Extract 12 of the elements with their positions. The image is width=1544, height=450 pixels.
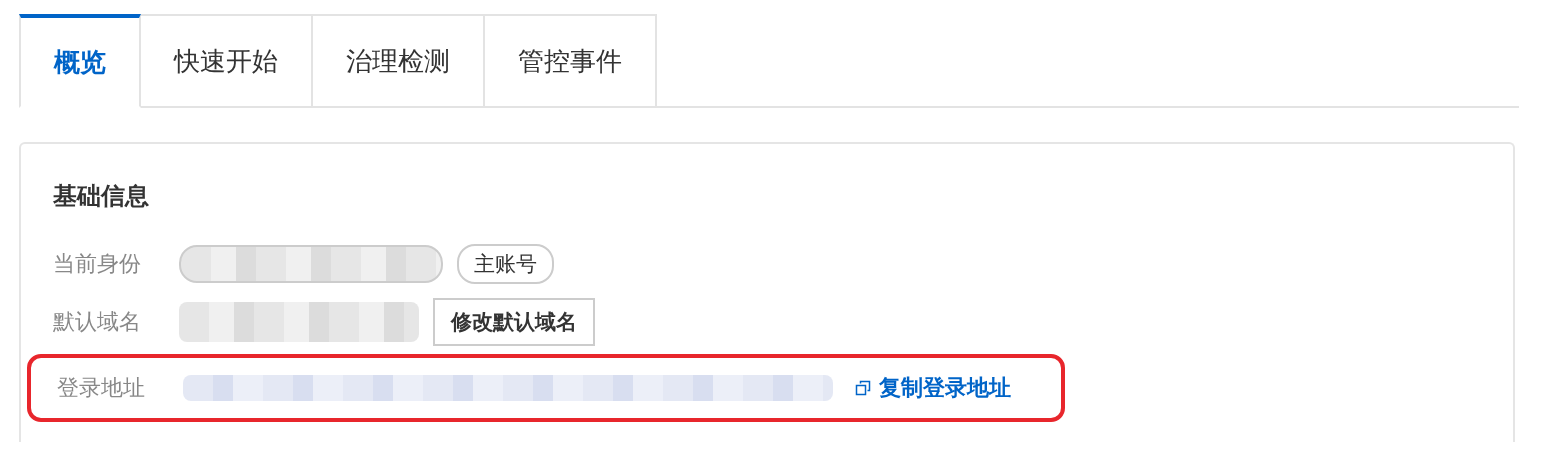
field-label: 当前身份 bbox=[53, 250, 142, 278]
tab[interactable]: 快速开始 bbox=[141, 14, 313, 108]
tab[interactable]: 治理检测 bbox=[313, 14, 485, 108]
field-label: 登录地址 bbox=[57, 374, 146, 402]
account-badge: 主账号 bbox=[457, 244, 554, 284]
copy-link[interactable]: 复制登录地址 bbox=[879, 373, 1011, 403]
tab[interactable]: 管控事件 bbox=[485, 14, 657, 108]
field-label: 默认域名 bbox=[53, 308, 142, 336]
edit-domain-button[interactable]: 修改默认域名 bbox=[433, 298, 595, 346]
tab[interactable]: 概览 bbox=[19, 14, 141, 108]
copy-icon bbox=[855, 380, 871, 396]
section-title: 基础信息 bbox=[53, 181, 150, 212]
